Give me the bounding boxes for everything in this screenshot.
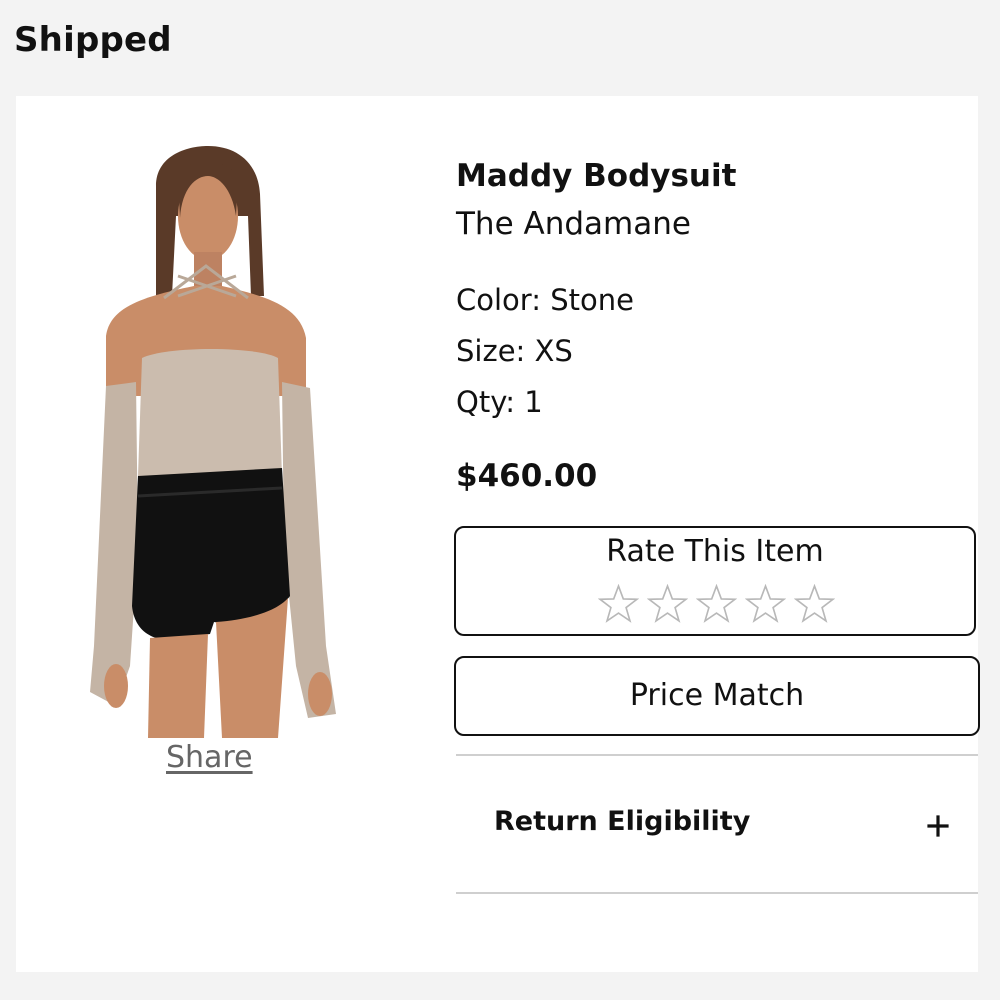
divider bbox=[456, 892, 978, 894]
product-size: Size: XS bbox=[456, 334, 573, 368]
star-outline-icon[interactable] bbox=[794, 584, 835, 625]
star-outline-icon[interactable] bbox=[647, 584, 688, 625]
star-rating bbox=[598, 584, 838, 628]
page-header: Shipped bbox=[0, 0, 1000, 96]
divider bbox=[456, 754, 978, 756]
product-image[interactable] bbox=[86, 146, 356, 738]
return-eligibility-label: Return Eligibility bbox=[494, 806, 751, 837]
page-title: Shipped bbox=[14, 20, 172, 60]
product-quantity: Qty: 1 bbox=[456, 385, 543, 419]
plus-icon[interactable] bbox=[926, 814, 950, 838]
price-match-button[interactable]: Price Match bbox=[454, 656, 980, 736]
order-item-card: Share Maddy Bodysuit The Andamane Color:… bbox=[16, 96, 980, 972]
share-link[interactable]: Share bbox=[166, 738, 253, 778]
star-outline-icon[interactable] bbox=[745, 584, 786, 625]
product-price: $460.00 bbox=[456, 458, 598, 494]
product-name[interactable]: Maddy Bodysuit bbox=[456, 156, 736, 196]
star-outline-icon[interactable] bbox=[696, 584, 737, 625]
star-outline-icon[interactable] bbox=[598, 584, 639, 625]
product-color: Color: Stone bbox=[456, 283, 634, 317]
product-brand[interactable]: The Andamane bbox=[456, 204, 691, 244]
return-eligibility-toggle[interactable]: Return Eligibility bbox=[456, 786, 978, 866]
rate-item-box: Rate This Item bbox=[454, 526, 976, 636]
rate-item-title: Rate This Item bbox=[606, 534, 824, 569]
product-photo bbox=[90, 146, 336, 738]
